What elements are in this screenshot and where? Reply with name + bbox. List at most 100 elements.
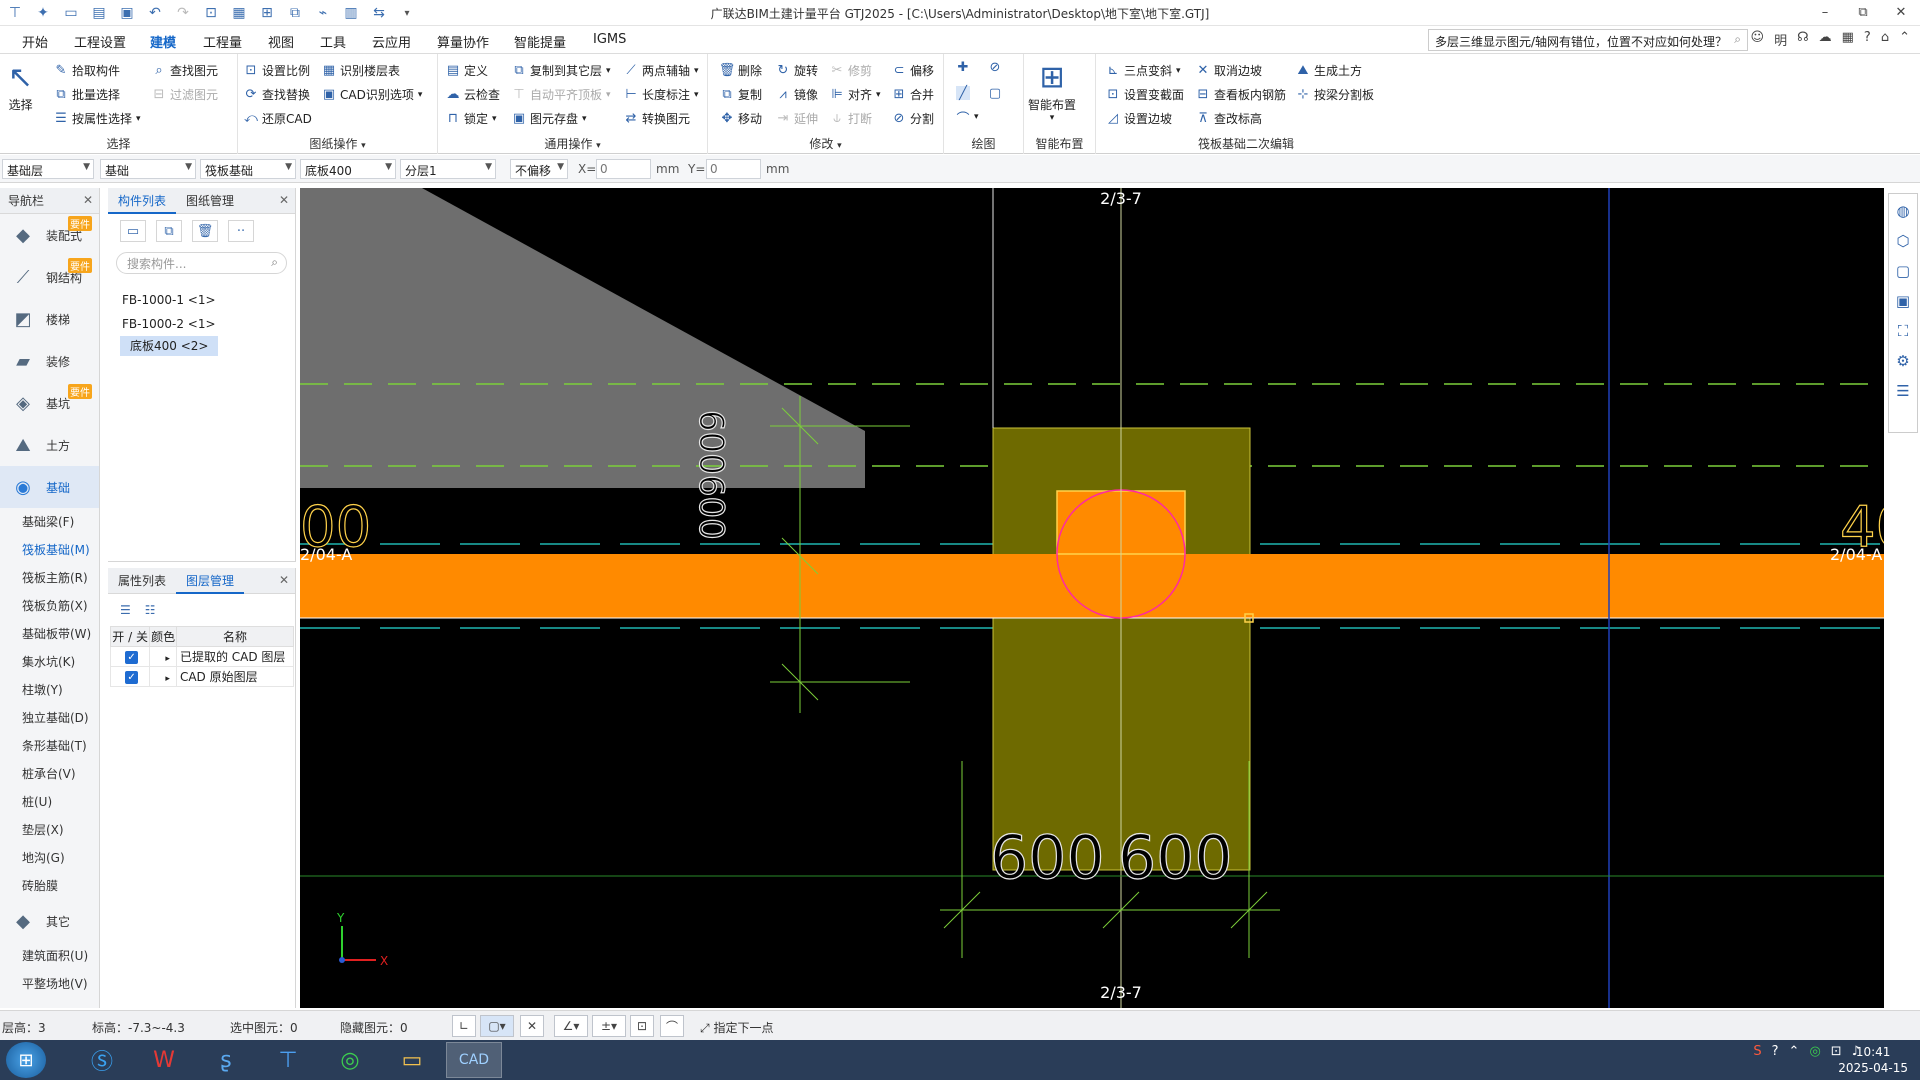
tab-quantities[interactable]: 工程量	[203, 32, 242, 51]
nav-item-raft-neg-rebar[interactable]: 筏板负筋(X)	[0, 592, 99, 620]
rotate-button[interactable]: ↻ 旋转	[776, 62, 818, 79]
cancel-slope-button[interactable]: ✕ 取消边坡	[1196, 62, 1262, 79]
object-snap-toggle[interactable]: ▢▾	[480, 1015, 514, 1037]
close-icon[interactable]: ✕	[83, 193, 93, 207]
redo-icon[interactable]: ↷	[172, 3, 194, 23]
x-offset-input[interactable]: 0	[596, 159, 651, 179]
pick-component-button[interactable]: ✎ 拾取构件	[54, 62, 120, 79]
taskbar-app-gtj[interactable]: ⊤	[260, 1042, 316, 1078]
cube-view-icon[interactable]: ▢	[1896, 262, 1910, 280]
tab-drawing-management[interactable]: 图纸管理	[176, 188, 244, 214]
tray-expand-icon[interactable]: ⌃	[1789, 1044, 1800, 1059]
component-item-selected[interactable]: 底板400 <2>	[120, 336, 219, 356]
nav-item-raft-main-rebar[interactable]: 筏板主筋(R)	[0, 564, 99, 592]
component-item[interactable]: FB-1000-1 <1>	[108, 288, 295, 312]
new-file-icon[interactable]: ▭	[60, 3, 82, 23]
break-button[interactable]: ⫝ 打断	[830, 110, 872, 127]
select-by-property-button[interactable]: ☰ 按属性选择 ▾	[54, 110, 140, 127]
subtype-select[interactable]: 筏板基础 ▼	[200, 159, 296, 179]
grid-snap-toggle[interactable]: ⊡	[630, 1015, 654, 1037]
component-select[interactable]: 底板400 ▼	[300, 159, 396, 179]
nav-item-brick-mold[interactable]: 砖胎膜	[0, 872, 99, 900]
tab-component-list[interactable]: 构件列表	[108, 188, 177, 214]
nav-item-sump[interactable]: 集水坑(K)	[0, 648, 99, 676]
type-select[interactable]: 基础 ▼	[100, 159, 196, 179]
define-button[interactable]: ▤ 定义	[446, 62, 488, 79]
measure-icon[interactable]: ⌁	[312, 3, 334, 23]
point-draw-button[interactable]: ✚	[956, 60, 970, 75]
tab-cloud-apps[interactable]: 云应用	[372, 32, 411, 51]
nav-item-raft-foundation[interactable]: 筏板基础(M)	[0, 536, 99, 564]
tab-tools[interactable]: 工具	[320, 32, 346, 51]
move-button[interactable]: ✥ 移动	[720, 110, 762, 127]
restore-cad-button[interactable]: ⤺ 还原CAD	[244, 110, 312, 127]
tab-view[interactable]: 视图	[268, 32, 294, 51]
cloud-check-button[interactable]: ☁ 云检查	[446, 86, 501, 103]
layer-select[interactable]: 分层1 ▼	[400, 159, 496, 179]
floor-select[interactable]: 基础层 ▼	[2, 159, 94, 179]
shirt-icon[interactable]: ⌂	[1881, 30, 1889, 49]
undo-icon[interactable]: ↶	[144, 3, 166, 23]
set-slope-button[interactable]: ◿ 设置边坡	[1106, 110, 1172, 127]
calendar-icon[interactable]: ▦	[1842, 30, 1854, 49]
system-clock[interactable]: 10:41 2025-04-15	[1838, 1044, 1908, 1076]
slab-strip[interactable]	[300, 554, 1884, 618]
line-draw-button[interactable]: ╱	[956, 86, 970, 101]
ortho-toggle[interactable]: ∟	[452, 1015, 476, 1037]
delete-button[interactable]: 🗑 删除	[719, 62, 762, 79]
convert-icon[interactable]: ⇆	[368, 3, 390, 23]
extend-button[interactable]: ⇥ 延伸	[776, 110, 818, 127]
nav-cat-prefab[interactable]: ◆ 装配式 要件	[0, 214, 99, 256]
canvas-svg[interactable]: 2/3-7 2/3-7 2/04-A 2/04-A 600 600 600600…	[300, 188, 1884, 1008]
nav-cat-stairs[interactable]: ◩ 楼梯	[0, 298, 99, 340]
find-element-button[interactable]: ⌕ 查找图元	[152, 62, 218, 79]
start-button[interactable]: ⊞	[6, 1042, 46, 1078]
tab-project-settings[interactable]: 工程设置	[74, 32, 126, 51]
find-replace-button[interactable]: ⟳ 查找替换	[244, 86, 310, 103]
mirror-button[interactable]: ⩘ 镜像	[776, 86, 818, 103]
tab-layer-management[interactable]: 图层管理	[176, 568, 245, 594]
tab-property-list[interactable]: 属性列表	[108, 568, 176, 594]
y-offset-input[interactable]: 0	[706, 159, 761, 179]
arc-toggle[interactable]: ⌒	[660, 1015, 684, 1037]
split-button[interactable]: ⊘ 分割	[892, 110, 934, 127]
headset-icon[interactable]: ☊	[1797, 30, 1809, 49]
save-icon[interactable]: ▣	[116, 3, 138, 23]
collapse-ribbon-icon[interactable]: ⌃	[1899, 30, 1910, 49]
two-point-axis-button[interactable]: ⟋ 两点辅轴 ▾	[624, 62, 698, 79]
nav-item-foundation-beam[interactable]: 基础梁(F)	[0, 508, 99, 536]
view-settings-icon[interactable]: ⚙	[1896, 352, 1909, 370]
notes-icon[interactable]: ☰	[1896, 382, 1909, 400]
delete-component-button[interactable]: 🗑	[192, 220, 218, 242]
element-save-button[interactable]: ▣ 图元存盘 ▾	[512, 110, 587, 127]
copy-to-other-floor-button[interactable]: ⧉ 复制到其它层 ▾	[512, 62, 610, 79]
layer-filter-icon[interactable]: ☷	[145, 603, 156, 617]
expand-arrow-icon[interactable]: ▸	[165, 654, 170, 664]
angle-toggle[interactable]: ∠▾	[554, 1015, 588, 1037]
filter-element-button[interactable]: ⊟ 过滤图元	[152, 86, 218, 103]
new-project-icon[interactable]: ✦	[32, 3, 54, 23]
nav-item-column-pier[interactable]: 柱墩(Y)	[0, 676, 99, 704]
layer-visible-checkbox[interactable]: ✓	[125, 671, 139, 684]
app-logo-icon[interactable]: ⊤	[4, 3, 26, 23]
cross-snap-toggle[interactable]: ✕	[520, 1015, 544, 1037]
trim-button[interactable]: ✂ 修剪	[830, 62, 872, 79]
nav-cat-steel[interactable]: ⟋ 钢结构 要件	[0, 256, 99, 298]
3d-view-icon[interactable]: ⬡	[1896, 232, 1909, 250]
nav-item-pile-cap[interactable]: 桩承台(V)	[0, 760, 99, 788]
taskbar-app-sogou[interactable]: Ⓢ	[74, 1042, 130, 1078]
taskbar-app-wechat[interactable]: ◎	[322, 1042, 378, 1078]
close-icon[interactable]: ✕	[279, 193, 289, 207]
cad-options-button[interactable]: ▣ CAD识别选项 ▾	[322, 86, 423, 103]
nav-item-building-area[interactable]: 建筑面积(U)	[0, 942, 99, 970]
nav-cat-earthwork[interactable]: ⛰ 土方	[0, 424, 99, 466]
tab-smart-extract[interactable]: 智能提量	[514, 32, 566, 51]
open-folder-icon[interactable]: ▤	[88, 3, 110, 23]
wechat-tray-icon[interactable]: ◎	[1809, 1044, 1820, 1059]
new-component-button[interactable]: ▭	[120, 220, 146, 242]
search-icon[interactable]: ⌕	[1734, 32, 1741, 47]
minimize-button[interactable]: –	[1812, 2, 1838, 24]
offset-button[interactable]: ⊂ 偏移	[892, 62, 934, 79]
copy-component-button[interactable]: ⧉	[156, 220, 182, 242]
nav-item-site-leveling[interactable]: 平整场地(V)	[0, 970, 99, 998]
